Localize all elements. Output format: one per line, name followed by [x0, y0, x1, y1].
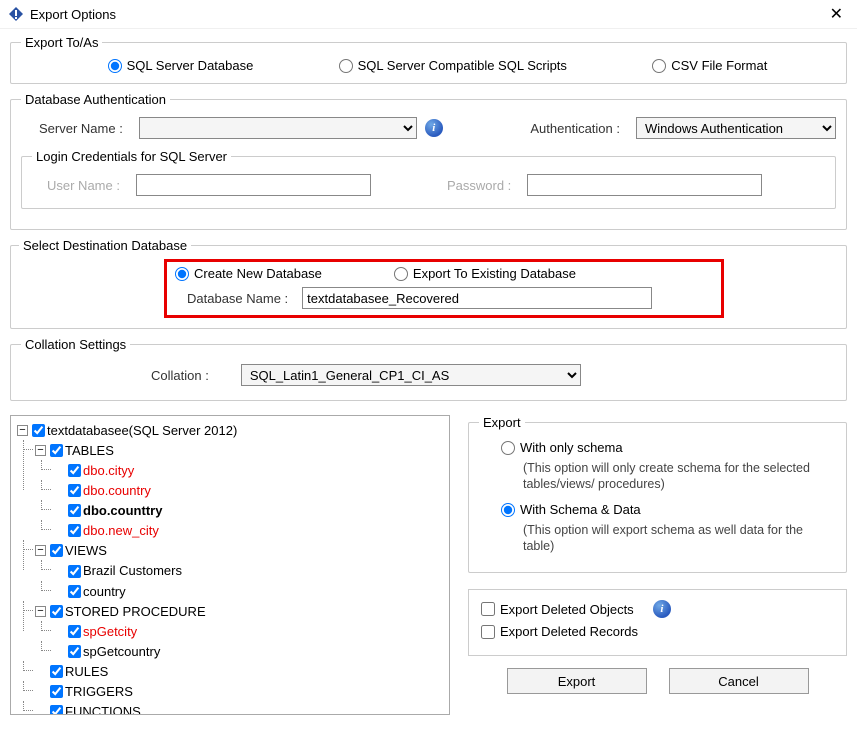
- tree-item-dbo-cityy[interactable]: dbo.cityy: [53, 460, 445, 480]
- export-deleted-records-checkbox[interactable]: Export Deleted Records: [481, 624, 638, 639]
- password-label: Password :: [447, 178, 511, 193]
- export-to-fieldset: Export To/As SQL Server Database SQL Ser…: [10, 35, 847, 84]
- export-existing-radio[interactable]: Export To Existing Database: [394, 266, 576, 281]
- tree-rules[interactable]: RULES: [35, 661, 445, 681]
- tree-tables[interactable]: −TABLES dbo.cityy dbo.country dbo.countt…: [35, 440, 445, 540]
- username-label: User Name :: [47, 178, 120, 193]
- schema-data-desc: (This option will export schema as well …: [501, 522, 811, 555]
- info-icon[interactable]: i: [653, 600, 671, 618]
- window-title: Export Options: [30, 7, 824, 22]
- schema-only-radio[interactable]: With only schema: [501, 440, 623, 455]
- destination-db-legend: Select Destination Database: [19, 238, 191, 253]
- tree-item-dbo-country[interactable]: dbo.country: [53, 480, 445, 500]
- object-tree-panel[interactable]: −textdatabasee(SQL Server 2012) −TABLES …: [10, 415, 450, 715]
- tree-item-brazil-customers[interactable]: Brazil Customers: [53, 560, 445, 580]
- db-auth-legend: Database Authentication: [21, 92, 170, 107]
- export-to-sql-db[interactable]: SQL Server Database: [108, 58, 254, 73]
- collation-legend: Collation Settings: [21, 337, 130, 352]
- export-button[interactable]: Export: [507, 668, 647, 694]
- collapse-icon[interactable]: −: [35, 545, 46, 556]
- dbname-label: Database Name :: [187, 291, 288, 306]
- tree-item-dbo-new-city[interactable]: dbo.new_city: [53, 520, 445, 540]
- tree-functions[interactable]: FUNCTIONS: [35, 701, 445, 715]
- info-icon[interactable]: i: [425, 119, 443, 137]
- export-to-legend: Export To/As: [21, 35, 102, 50]
- schema-data-radio[interactable]: With Schema & Data: [501, 502, 641, 517]
- collation-select[interactable]: SQL_Latin1_General_CP1_CI_AS: [241, 364, 581, 386]
- server-name-select[interactable]: [139, 117, 417, 139]
- authentication-label: Authentication :: [530, 121, 620, 136]
- dbname-input[interactable]: [302, 287, 652, 309]
- tree-triggers[interactable]: TRIGGERS: [35, 681, 445, 701]
- tree-item-dbo-counttry[interactable]: dbo.counttry: [53, 500, 445, 520]
- deleted-panel: Export Deleted Objects i Export Deleted …: [468, 589, 847, 656]
- login-credentials-fieldset: Login Credentials for SQL Server User Na…: [21, 149, 836, 209]
- destination-highlight: Create New Database Export To Existing D…: [164, 259, 724, 318]
- tree-root[interactable]: −textdatabasee(SQL Server 2012) −TABLES …: [17, 420, 445, 715]
- tree-stored-procedure[interactable]: −STORED PROCEDURE spGetcity spGetcountry: [35, 601, 445, 661]
- create-new-db-radio[interactable]: Create New Database: [175, 266, 322, 281]
- app-icon: [8, 6, 24, 22]
- export-to-csv[interactable]: CSV File Format: [652, 58, 767, 73]
- cancel-button[interactable]: Cancel: [669, 668, 809, 694]
- collapse-icon[interactable]: −: [35, 606, 46, 617]
- login-credentials-legend: Login Credentials for SQL Server: [32, 149, 231, 164]
- collapse-icon[interactable]: −: [17, 425, 28, 436]
- collation-label: Collation :: [151, 368, 209, 383]
- password-input: [527, 174, 762, 196]
- export-fieldset: Export With only schema (This option wil…: [468, 415, 847, 573]
- export-to-sql-scripts[interactable]: SQL Server Compatible SQL Scripts: [339, 58, 567, 73]
- server-name-label: Server Name :: [39, 121, 123, 136]
- destination-db-fieldset: Select Destination Database Create New D…: [10, 238, 847, 329]
- authentication-select[interactable]: Windows Authentication: [636, 117, 836, 139]
- tree-views[interactable]: −VIEWS Brazil Customers country: [35, 540, 445, 600]
- export-legend: Export: [479, 415, 525, 430]
- tree-item-spgetcity[interactable]: spGetcity: [53, 621, 445, 641]
- schema-only-desc: (This option will only create schema for…: [501, 460, 811, 493]
- close-icon[interactable]: ✕: [824, 4, 849, 24]
- tree-item-spgetcountry[interactable]: spGetcountry: [53, 641, 445, 661]
- collation-fieldset: Collation Settings Collation : SQL_Latin…: [10, 337, 847, 401]
- tree-item-country-view[interactable]: country: [53, 581, 445, 601]
- collapse-icon[interactable]: −: [35, 445, 46, 456]
- export-deleted-objects-checkbox[interactable]: Export Deleted Objects: [481, 602, 634, 617]
- db-auth-fieldset: Database Authentication Server Name : i …: [10, 92, 847, 230]
- username-input: [136, 174, 371, 196]
